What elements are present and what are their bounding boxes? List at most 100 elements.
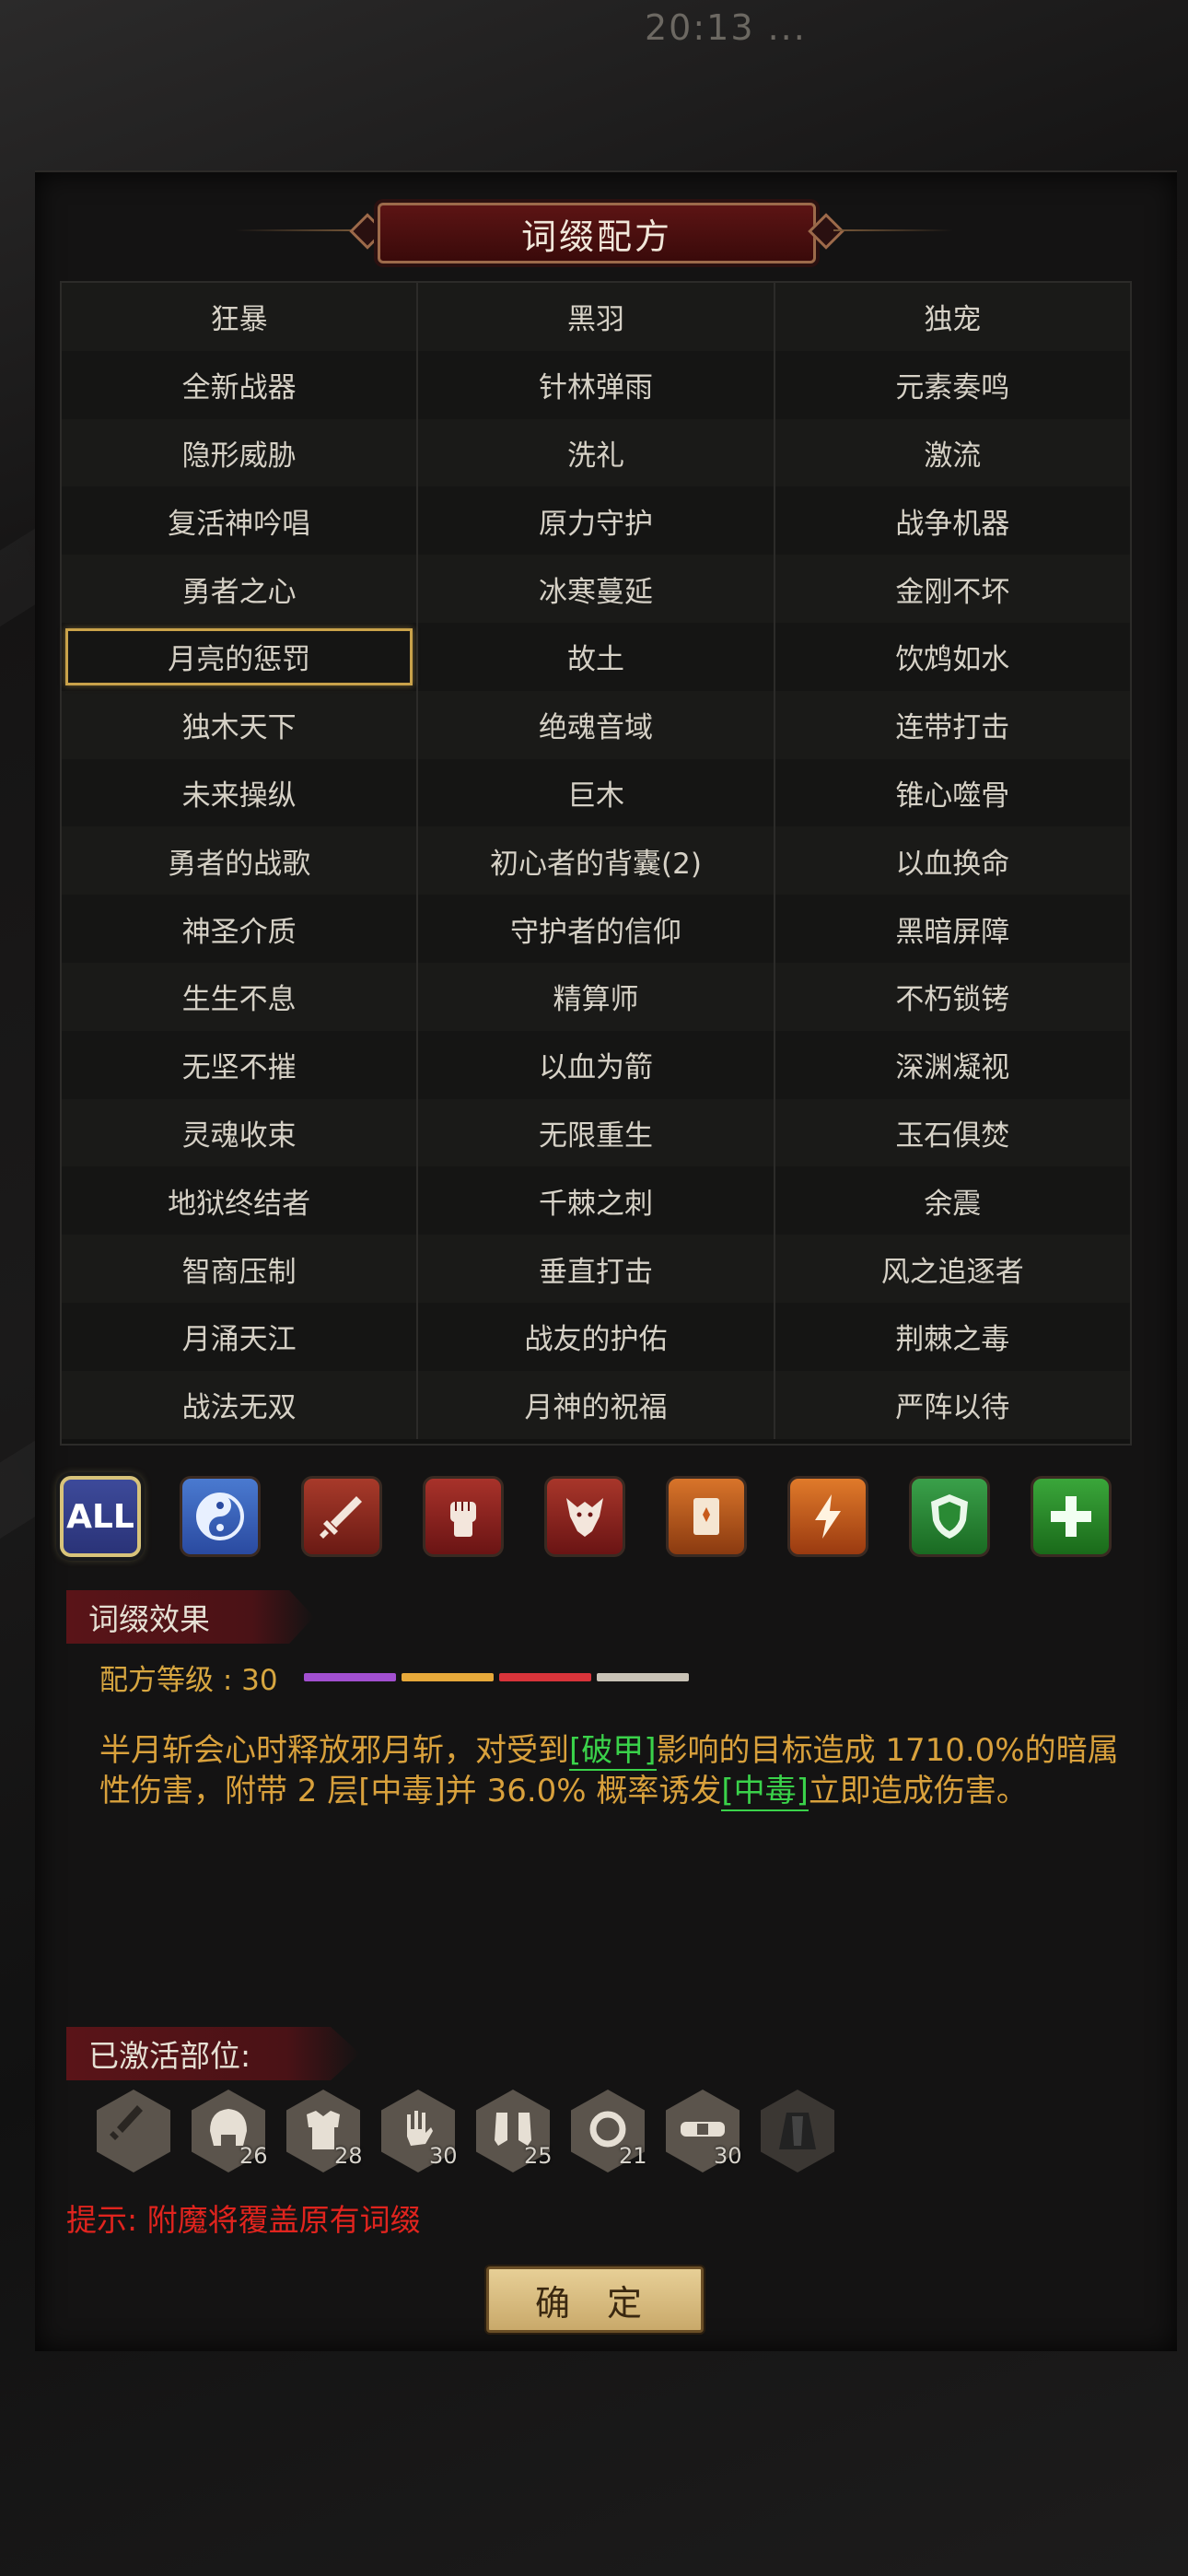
affix-cell-selected[interactable]: 月亮的惩罚 — [62, 622, 419, 691]
yin-yang-icon — [192, 1489, 248, 1544]
affix-cell[interactable]: 战争机器 — [775, 486, 1130, 555]
affix-cell[interactable]: 洗礼 — [418, 418, 775, 487]
affix-cell[interactable]: 月涌天江 — [62, 1302, 419, 1371]
affix-list-table: 狂暴 黑羽 独宠 全新战器 针林弹雨 元素奏鸣 隐形威胁 洗礼 激流 复活神吟唱 原力守护 战争机器勇… — [60, 281, 1132, 1446]
effect-text: 立即造成伤害。 — [808, 1773, 1028, 1809]
affix-cell[interactable]: 垂直打击 — [418, 1235, 775, 1303]
affix-cell[interactable]: 灵魂收束 — [62, 1098, 419, 1167]
affix-cell[interactable]: 无限重生 — [418, 1098, 775, 1167]
filter-yin-yang-button[interactable] — [180, 1476, 261, 1557]
affix-cell[interactable]: 以血换命 — [775, 826, 1130, 895]
book-icon — [679, 1489, 734, 1544]
fist-icon — [436, 1489, 491, 1544]
filter-all-button[interactable]: ALL — [60, 1476, 141, 1557]
affix-cell[interactable]: 连带打击 — [775, 691, 1130, 759]
effect-text: 半月斩会心时释放邪月斩，对受到 — [99, 1732, 569, 1769]
affix-cell[interactable]: 隐形威胁 — [62, 418, 419, 487]
affix-cell[interactable]: 初心者的背囊(2) — [418, 826, 775, 896]
affix-cell[interactable]: 千棘之刺 — [418, 1166, 775, 1235]
category-filter-bar: ALL — [55, 1469, 1133, 1566]
affix-cell[interactable]: 黑暗屏障 — [775, 895, 1130, 963]
affix-cell[interactable]: 玉石俱焚 — [775, 1099, 1130, 1167]
affix-cell[interactable]: 战友的护佑 — [418, 1302, 775, 1371]
table-row: 生生不息 精算师 不朽锁铐 — [62, 962, 1130, 1031]
affix-cell[interactable]: 复活神吟唱 — [62, 486, 419, 556]
affix-cell[interactable]: 巨木 — [418, 758, 775, 827]
table-row: 勇者的战歌 初心者的背囊(2) 以血换命 — [62, 826, 1130, 896]
level-bar-segment — [401, 1672, 494, 1681]
affix-cell[interactable]: 智商压制 — [62, 1235, 419, 1303]
affix-cell[interactable]: 不朽锁铐 — [775, 963, 1130, 1031]
affix-cell[interactable]: 严阵以待 — [775, 1371, 1130, 1439]
affix-cell[interactable]: 余震 — [775, 1166, 1130, 1235]
affix-cell[interactable]: 冰寒蔓延 — [418, 555, 775, 623]
affix-cell[interactable]: 精算师 — [418, 962, 775, 1031]
recipe-level: 配方等级 : 30 — [99, 1658, 689, 1697]
affix-cell[interactable]: 饮鸩如水 — [775, 623, 1130, 691]
affix-cell[interactable]: 狂暴 — [62, 283, 419, 351]
affix-cell[interactable]: 原力守护 — [418, 486, 775, 556]
affix-cell[interactable]: 神圣介质 — [62, 895, 419, 963]
affix-cell[interactable]: 激流 — [775, 419, 1130, 487]
dagger-icon — [97, 2094, 170, 2168]
affix-cell[interactable]: 黑羽 — [418, 283, 775, 351]
panel-title: 词缀配方 — [378, 203, 816, 263]
filter-lightning-button[interactable] — [787, 1476, 868, 1557]
tag-armor-break[interactable]: [破甲] — [569, 1732, 657, 1771]
shield-icon — [922, 1489, 977, 1544]
recipe-level-label: 配方等级 : 30 — [99, 1663, 278, 1697]
affix-cell[interactable]: 月神的祝福 — [418, 1370, 775, 1439]
table-row: 未来操纵 巨木 锥心噬骨 — [62, 758, 1130, 827]
confirm-button[interactable]: 确 定 — [486, 2266, 704, 2333]
affix-cell[interactable]: 勇者之心 — [62, 555, 419, 623]
affix-cell[interactable]: 生生不息 — [62, 962, 419, 1031]
level-bar-segment — [303, 1672, 396, 1681]
affix-cell[interactable]: 深渊凝视 — [775, 1031, 1130, 1099]
filter-fist-button[interactable] — [423, 1476, 504, 1557]
affix-effect-description: 半月斩会心时释放邪月斩，对受到[破甲]影响的目标造成 1710.0%的暗属性伤害… — [99, 1730, 1131, 1811]
status-time: 20:13 ... — [645, 7, 807, 48]
table-row: 狂暴 黑羽 独宠 — [62, 283, 1130, 351]
filter-sword-button[interactable] — [301, 1476, 382, 1557]
table-row: 灵魂收束 无限重生 玉石俱焚 — [62, 1098, 1130, 1167]
table-row: 勇者之心 冰寒蔓延 金刚不坏 — [62, 555, 1130, 623]
affix-cell[interactable]: 独木天下 — [62, 690, 419, 759]
filter-plus-button[interactable] — [1031, 1476, 1112, 1557]
slot-level: 26 — [239, 2143, 268, 2169]
affix-cell[interactable]: 元素奏鸣 — [775, 351, 1130, 419]
cloak-icon — [761, 2094, 834, 2168]
affix-cell[interactable]: 无坚不摧 — [62, 1030, 419, 1099]
table-row: 战法无双 月神的祝福 严阵以待 — [62, 1370, 1130, 1439]
affix-cell[interactable]: 独宠 — [775, 283, 1130, 351]
table-row: 月涌天江 战友的护佑 荆棘之毒 — [62, 1302, 1130, 1371]
filter-book-button[interactable] — [666, 1476, 747, 1557]
affix-cell[interactable]: 金刚不坏 — [775, 555, 1130, 623]
effect-section-label: 词缀效果 — [66, 1590, 314, 1644]
affix-cell[interactable]: 绝魂音域 — [418, 690, 775, 759]
affix-cell[interactable]: 锥心噬骨 — [775, 759, 1130, 827]
affix-cell[interactable]: 风之追逐者 — [775, 1235, 1130, 1303]
sword-icon — [314, 1489, 369, 1544]
equipment-slot-dagger[interactable] — [97, 2090, 170, 2172]
affix-cell[interactable]: 荆棘之毒 — [775, 1303, 1130, 1371]
affix-cell[interactable]: 以血为箭 — [418, 1030, 775, 1099]
table-row: 月亮的惩罚 故土 饮鸩如水 — [62, 622, 1130, 691]
filter-shield-button[interactable] — [909, 1476, 990, 1557]
table-row: 复活神吟唱 原力守护 战争机器 — [62, 486, 1130, 556]
level-bar-segment — [596, 1672, 689, 1681]
table-row: 全新战器 针林弹雨 元素奏鸣 — [62, 350, 1130, 419]
affix-cell[interactable]: 战法无双 — [62, 1370, 419, 1439]
affix-cell[interactable]: 针林弹雨 — [418, 350, 775, 419]
affix-cell[interactable]: 守护者的信仰 — [418, 895, 775, 963]
slot-level: 28 — [334, 2143, 363, 2169]
affix-cell[interactable]: 故土 — [418, 622, 775, 691]
affix-cell[interactable]: 未来操纵 — [62, 758, 419, 827]
affix-cell[interactable]: 勇者的战歌 — [62, 826, 419, 896]
slot-level: 30 — [714, 2143, 742, 2169]
filter-wolf-button[interactable] — [544, 1476, 625, 1557]
tag-poison[interactable]: [中毒] — [721, 1773, 809, 1811]
affix-cell[interactable]: 地狱终结者 — [62, 1166, 419, 1235]
affix-cell[interactable]: 全新战器 — [62, 350, 419, 419]
slot-level: 21 — [619, 2143, 647, 2169]
equipment-slot-cloak[interactable] — [761, 2090, 834, 2172]
